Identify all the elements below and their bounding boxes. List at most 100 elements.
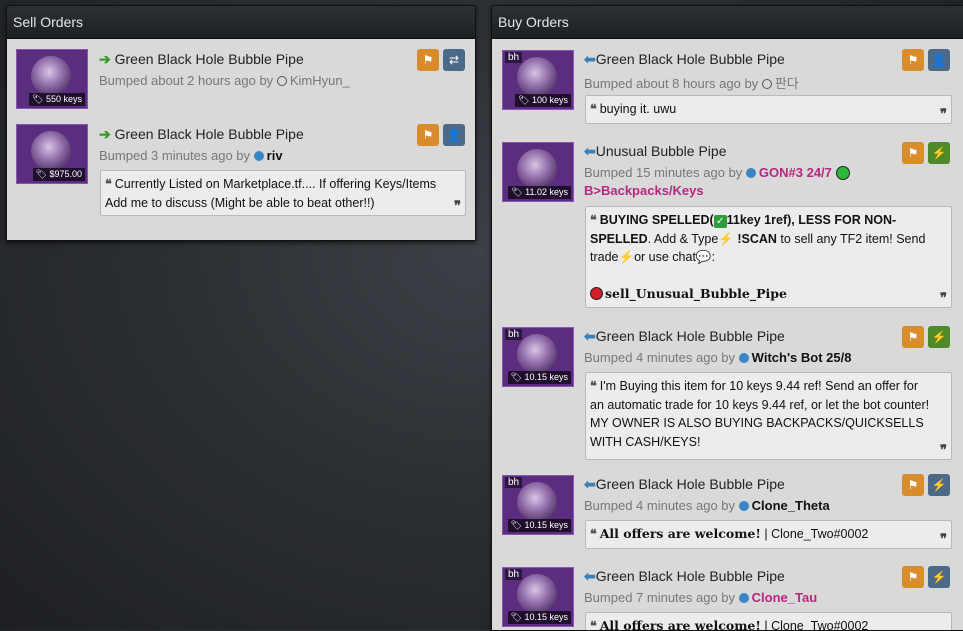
item-badge: bh <box>505 52 523 63</box>
bump-info: Bumped 15 minutes ago by GON#3 24/7 <box>584 165 850 180</box>
flag-button[interactable]: ⚑ <box>902 142 924 164</box>
sell-orders-panel: Sell Orders 🏷 550 keys ➔ Green Black Hol… <box>6 5 476 241</box>
order-comment: ❝ BUYING SPELLED(✓ 11key 1ref), LESS FOR N… <box>585 206 952 308</box>
quote-icon: ❝ <box>590 213 597 227</box>
item-title[interactable]: ⬅Unusual Bubble Pipe <box>584 143 727 160</box>
item-title[interactable]: ➔ Green Black Hole Bubble Pipe <box>99 126 304 143</box>
flag-icon: ⚑ <box>907 53 919 67</box>
status-dot <box>738 593 749 603</box>
flag-icon: ⚑ <box>907 146 919 160</box>
add-friend-button[interactable]: 👤 <box>928 49 950 71</box>
buy-orders-header: Buy Orders <box>492 6 963 39</box>
flag-button[interactable]: ⚑ <box>417 49 439 71</box>
order-comment: ❝ All offers are welcome! | Clone_Two#000… <box>585 520 952 549</box>
flag-icon: ⚑ <box>422 128 434 142</box>
quote-icon: ❝ <box>105 177 112 191</box>
username[interactable]: KimHyun_ <box>290 73 350 88</box>
red-circle-icon <box>590 287 603 300</box>
bump-info: Bumped about 8 hours ago by 판다 <box>584 76 799 91</box>
arrow-right-icon: ➔ <box>99 126 111 142</box>
flag-button[interactable]: ⚑ <box>902 474 924 496</box>
status-dot <box>738 353 749 363</box>
item-title[interactable]: ➔ Green Black Hole Bubble Pipe <box>99 51 304 68</box>
bot-trade-button[interactable]: ⚡ <box>928 566 950 588</box>
bump-info: Bumped 4 minutes ago by Witch's Bot 25/8 <box>584 350 852 365</box>
price-tag: 🏷 $975.00 <box>32 168 85 181</box>
buy-orders-panel: Buy Orders bh 🏷 100 keys ⬅Green Black Ho… <box>491 5 963 631</box>
order-comment: ❝ Currently Listed on Marketplace.tf.... … <box>100 170 466 216</box>
flag-icon: ⚑ <box>907 478 919 492</box>
bot-trade-button[interactable]: ⚡ <box>928 326 950 348</box>
item-image[interactable]: bh 🏷 10.15 keys <box>502 327 574 387</box>
quote-icon: ❞ <box>454 197 461 213</box>
order-comment: ❝ buying it. uwu ❞ <box>585 95 952 124</box>
lightning-icon: ⚡ <box>931 330 947 344</box>
bump-info: Bumped 4 minutes ago by Clone_Theta <box>584 498 830 513</box>
lightning-icon: ⚡ <box>718 231 734 246</box>
arrow-left-icon: ⬅ <box>584 143 596 159</box>
arrow-right-icon: ➔ <box>99 51 111 67</box>
arrow-left-icon: ⬅ <box>584 51 596 67</box>
quote-icon: ❝ <box>590 379 597 393</box>
username[interactable]: 판다 <box>775 76 799 91</box>
bot-trade-button[interactable]: ⚡ <box>928 474 950 496</box>
item-image[interactable]: bh 🏷 10.15 keys <box>502 567 574 627</box>
green-circle-icon <box>835 166 850 180</box>
flag-button[interactable]: ⚑ <box>902 566 924 588</box>
lightning-icon: ⚡ <box>931 478 947 492</box>
username[interactable]: Clone_Theta <box>752 498 830 513</box>
quote-icon: ❞ <box>940 105 947 121</box>
add-friend-button[interactable]: 👤 <box>443 124 465 146</box>
item-image[interactable]: 🏷 11.02 keys <box>502 142 574 202</box>
item-title[interactable]: ⬅Green Black Hole Bubble Pipe <box>584 51 785 68</box>
item-badge: bh <box>505 329 523 340</box>
username-continued[interactable]: B>Backpacks/Keys <box>584 183 704 198</box>
flag-button[interactable]: ⚑ <box>902 326 924 348</box>
arrow-left-icon: ⬅ <box>584 328 596 344</box>
check-icon: ✓ <box>713 215 727 228</box>
quote-icon: ❞ <box>940 441 947 457</box>
username[interactable]: riv <box>267 148 283 163</box>
flag-icon: ⚑ <box>422 53 434 67</box>
arrow-left-icon: ⬅ <box>584 476 596 492</box>
item-title[interactable]: ⬅Green Black Hole Bubble Pipe <box>584 476 785 493</box>
quote-icon: ❝ <box>590 527 597 541</box>
bot-trade-button[interactable]: ⚡ <box>928 142 950 164</box>
arrow-left-icon: ⬅ <box>584 568 596 584</box>
order-comment: ❝ All offers are welcome! | Clone_Two#000… <box>585 612 952 631</box>
flag-button[interactable]: ⚑ <box>417 124 439 146</box>
item-badge: bh <box>505 569 523 580</box>
trade-button[interactable]: ⇄ <box>443 49 465 71</box>
lightning-icon: ⚡ <box>931 146 947 160</box>
username[interactable]: Clone_Tau <box>752 590 818 605</box>
flag-icon: ⚑ <box>907 570 919 584</box>
quote-icon: ❝ <box>590 619 597 631</box>
price-tag: 🏷 100 keys <box>515 94 571 107</box>
status-dot <box>761 79 772 89</box>
chat-icon: 💬 <box>695 250 712 264</box>
price-tag: 🏷 11.02 keys <box>508 186 571 199</box>
item-image[interactable]: 🏷 550 keys <box>16 49 88 109</box>
status-dot <box>253 151 264 161</box>
username[interactable]: Witch's Bot 25/8 <box>752 350 852 365</box>
username[interactable]: GON#3 24/7 <box>759 165 832 180</box>
item-title[interactable]: ⬅Green Black Hole Bubble Pipe <box>584 568 785 585</box>
quote-icon: ❝ <box>590 102 597 116</box>
quote-icon: ❞ <box>940 530 947 546</box>
lightning-icon: ⚡ <box>618 250 635 264</box>
sell-orders-header: Sell Orders <box>7 6 475 39</box>
item-badge: bh <box>505 477 523 488</box>
lightning-icon: ⚡ <box>931 570 947 584</box>
status-dot <box>276 76 287 86</box>
status-dot <box>738 501 749 511</box>
flag-button[interactable]: ⚑ <box>902 49 924 71</box>
price-tag: 🏷 550 keys <box>29 93 85 106</box>
item-image[interactable]: bh 🏷 10.15 keys <box>502 475 574 535</box>
status-dot <box>745 168 756 178</box>
item-image[interactable]: 🏷 $975.00 <box>16 124 88 184</box>
order-comment: ❝ I'm Buying this item for 10 keys 9.44 r… <box>585 372 952 460</box>
bump-info: Bumped about 2 hours ago by KimHyun_ <box>99 73 350 88</box>
flag-icon: ⚑ <box>907 330 919 344</box>
item-title[interactable]: ⬅Green Black Hole Bubble Pipe <box>584 328 785 345</box>
item-image[interactable]: bh 🏷 100 keys <box>502 50 574 110</box>
